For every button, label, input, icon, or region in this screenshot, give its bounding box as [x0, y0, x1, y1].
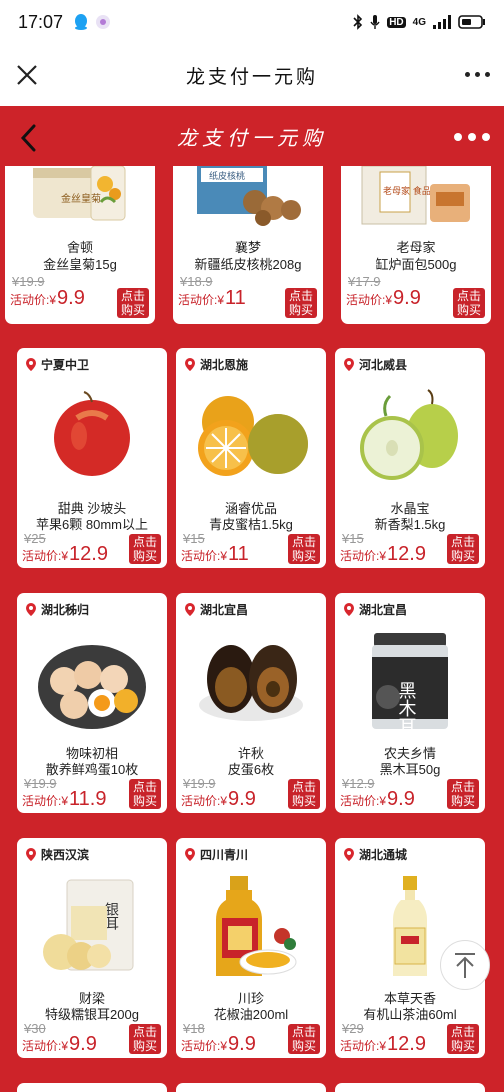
- buy-button[interactable]: 点击 购买: [288, 1024, 320, 1054]
- activity-price: 活动价: ¥9.9: [22, 1033, 97, 1055]
- location-label: 湖北秭归: [41, 603, 90, 617]
- arrow-up-icon: [455, 953, 475, 978]
- product-image: 金丝皇菊: [31, 166, 129, 226]
- bluetooth-icon: [353, 14, 363, 30]
- product-grid: 金丝皇菊 舍顿 金丝皇菊15g ¥19.9 活动价: ¥9.9 点击 购买 纸皮核桃…: [0, 166, 504, 1092]
- activity-price: 活动价: ¥9.9: [340, 788, 415, 810]
- location-pin-icon: [26, 848, 36, 861]
- product-image: 老母家 食品: [356, 166, 476, 228]
- product-image: [196, 874, 306, 980]
- product-card[interactable]: 老母家 食品 老母家 缸炉面包500g ¥17.9 活动价: ¥9.9 点击 购买: [341, 166, 491, 324]
- location-pin-icon: [26, 358, 36, 371]
- activity-price: 活动价: ¥12.9: [340, 543, 426, 565]
- location-label: 宁夏中卫: [41, 358, 90, 372]
- location-pin-icon: [185, 603, 195, 616]
- product-card[interactable]: 纸皮核桃 襄梦 新疆纸皮核桃208g ¥18.9 活动价: ¥11 点击 购买: [173, 166, 323, 324]
- product-image: [385, 874, 435, 980]
- status-time: 17:07: [18, 11, 64, 32]
- product-card-partial: [17, 1083, 167, 1092]
- buy-button[interactable]: 点击 购买: [447, 779, 479, 809]
- buy-button[interactable]: 点击 购买: [129, 779, 161, 809]
- activity-price: 活动价: ¥9.9: [10, 287, 85, 309]
- microphone-icon: [370, 15, 380, 29]
- product-name: 金丝皇菊15g: [43, 257, 117, 272]
- activity-price: 活动价: ¥12.9: [22, 543, 108, 565]
- svg-text:金丝皇菊: 金丝皇菊: [61, 192, 101, 205]
- svg-text:纸皮核桃: 纸皮核桃: [209, 170, 245, 182]
- location-pin-icon: [344, 603, 354, 616]
- buy-button[interactable]: 点击 购买: [288, 779, 320, 809]
- buy-button[interactable]: 点击 购买: [447, 534, 479, 564]
- location-label: 湖北恩施: [200, 358, 249, 372]
- product-card[interactable]: 河北威县 水晶宝 新香梨1.5kg ¥15 活动价: ¥12.9 点击 购买: [335, 348, 485, 568]
- buy-button[interactable]: 点击 购买: [129, 534, 161, 564]
- product-card[interactable]: 湖北宜昌 许秋 皮蛋6枚 ¥19.9 活动价: ¥9.9 点击 购买: [176, 593, 326, 813]
- buy-button[interactable]: 点击 购买: [288, 534, 320, 564]
- close-icon[interactable]: [14, 62, 40, 88]
- network-type: 4G: [412, 16, 426, 28]
- location-label: 陕西汉滨: [41, 848, 90, 862]
- location-pin-icon: [185, 848, 195, 861]
- product-image: [47, 388, 137, 478]
- product-name: 缸炉面包500g: [375, 257, 457, 272]
- activity-price: 活动价: ¥11.9: [22, 788, 107, 810]
- qq-icon: [75, 14, 88, 30]
- product-image: 黑木耳: [368, 631, 452, 735]
- hd-badge: HD: [387, 16, 406, 28]
- activity-price: 活动价: ¥9.9: [346, 287, 421, 309]
- product-card[interactable]: 湖北恩施 涵睿优品 青皮蜜桔1.5kg ¥15 活动价: ¥11 点击 购买: [176, 348, 326, 568]
- location-pin-icon: [185, 358, 195, 371]
- scroll-to-top-button[interactable]: [440, 940, 490, 990]
- buy-button[interactable]: 点击 购买: [447, 1024, 479, 1054]
- activity-price: 活动价: ¥12.9: [340, 1033, 426, 1055]
- more-options-icon[interactable]: [465, 72, 490, 77]
- location-label: 河北威县: [359, 358, 408, 372]
- product-card[interactable]: 陕西汉滨 银耳 财梁 特级糯银耳200g ¥30 活动价: ¥9.9 点击 购买: [17, 838, 167, 1058]
- activity-price: 活动价: ¥11: [181, 543, 249, 565]
- status-bar: 17:07 HD 4G: [0, 0, 504, 44]
- location-pin-icon: [26, 603, 36, 616]
- product-card[interactable]: 金丝皇菊 舍顿 金丝皇菊15g ¥19.9 活动价: ¥9.9 点击 购买: [5, 166, 155, 324]
- product-card[interactable]: 宁夏中卫 甜典 沙坡头 苹果6颗 80mm以上 ¥25 活动价: ¥12.9 点击…: [17, 348, 167, 568]
- svg-text:老母家 食品: 老母家 食品: [383, 185, 431, 197]
- product-image: [350, 386, 470, 486]
- location-pin-icon: [344, 358, 354, 371]
- buy-button[interactable]: 点击 购买: [129, 1024, 161, 1054]
- buy-button[interactable]: 点击 购买: [453, 288, 485, 318]
- app-bar-title: 龙支付一元购: [185, 65, 318, 88]
- product-image: 银耳: [37, 876, 147, 976]
- product-name: 新疆纸皮核桃208g: [194, 257, 302, 272]
- svg-text:黑木耳: 黑木耳: [396, 681, 417, 731]
- buy-button[interactable]: 点击 购买: [117, 288, 149, 318]
- product-image: [186, 386, 316, 482]
- battery-icon: [458, 15, 485, 29]
- page-title: 龙支付一元购: [177, 125, 327, 150]
- activity-price: 活动价: ¥9.9: [181, 1033, 256, 1055]
- location-label: 湖北宜昌: [359, 603, 408, 617]
- product-card-partial: [176, 1083, 326, 1092]
- back-arrow-icon[interactable]: [18, 123, 40, 153]
- product-card-partial: [335, 1083, 485, 1092]
- app-bar: 龙支付一元购: [0, 44, 504, 106]
- product-card[interactable]: 湖北秭归 物味初相 散养鲜鸡蛋10枚 ¥19.9 活动价: ¥11.9 点击 购买: [17, 593, 167, 813]
- product-card[interactable]: 湖北宜昌 黑木耳 农夫乡情 黑木耳50g ¥12.9 活动价: ¥9.9 点击 购买: [335, 593, 485, 813]
- location-label: 湖北通城: [359, 848, 408, 862]
- header-more-icon[interactable]: [454, 133, 490, 141]
- app-notification-icon: [96, 15, 111, 29]
- product-image: [34, 631, 150, 731]
- product-card[interactable]: 四川青川 川珍 花椒油200ml ¥18 活动价: ¥9.9 点击 购买: [176, 838, 326, 1058]
- location-label: 四川青川: [200, 848, 249, 862]
- product-image: [191, 633, 311, 729]
- location-pin-icon: [344, 848, 354, 861]
- activity-price: 活动价: ¥11: [178, 287, 246, 309]
- page-header: 龙支付一元购: [0, 106, 504, 166]
- product-image: 纸皮核桃: [183, 166, 313, 228]
- signal-icon: [433, 15, 451, 29]
- location-label: 湖北宜昌: [200, 603, 249, 617]
- activity-price: 活动价: ¥9.9: [181, 788, 256, 810]
- buy-button[interactable]: 点击 购买: [285, 288, 317, 318]
